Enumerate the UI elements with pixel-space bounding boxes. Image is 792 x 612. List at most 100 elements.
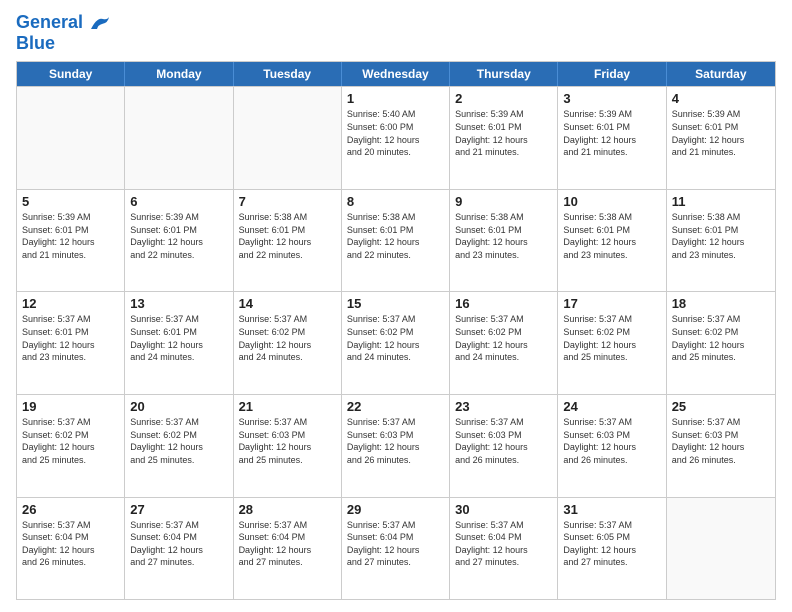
calendar-header-cell: Friday bbox=[558, 62, 666, 86]
calendar-header-cell: Sunday bbox=[17, 62, 125, 86]
cell-info-text: Sunrise: 5:39 AM Sunset: 6:01 PM Dayligh… bbox=[672, 108, 770, 158]
cell-day-number: 15 bbox=[347, 296, 444, 311]
cell-info-text: Sunrise: 5:39 AM Sunset: 6:01 PM Dayligh… bbox=[563, 108, 660, 158]
cell-day-number: 25 bbox=[672, 399, 770, 414]
cell-day-number: 8 bbox=[347, 194, 444, 209]
calendar-week-row: 26 Sunrise: 5:37 AM Sunset: 6:04 PM Dayli… bbox=[17, 497, 775, 600]
cell-day-number: 13 bbox=[130, 296, 227, 311]
calendar-cell: 2 Sunrise: 5:39 AM Sunset: 6:01 PM Daylig… bbox=[450, 87, 558, 189]
cell-day-number: 27 bbox=[130, 502, 227, 517]
calendar-cell: 7 Sunrise: 5:38 AM Sunset: 6:01 PM Daylig… bbox=[234, 190, 342, 292]
cell-info-text: Sunrise: 5:37 AM Sunset: 6:02 PM Dayligh… bbox=[130, 416, 227, 466]
logo-general: General bbox=[16, 12, 83, 32]
calendar-cell bbox=[234, 87, 342, 189]
calendar-cell: 21 Sunrise: 5:37 AM Sunset: 6:03 PM Dayli… bbox=[234, 395, 342, 497]
cell-day-number: 14 bbox=[239, 296, 336, 311]
header: General Blue bbox=[16, 12, 776, 53]
calendar-week-row: 19 Sunrise: 5:37 AM Sunset: 6:02 PM Dayli… bbox=[17, 394, 775, 497]
cell-day-number: 5 bbox=[22, 194, 119, 209]
calendar-cell: 13 Sunrise: 5:37 AM Sunset: 6:01 PM Dayli… bbox=[125, 292, 233, 394]
cell-day-number: 3 bbox=[563, 91, 660, 106]
calendar-cell: 16Sunrise: 5:37 AM Sunset: 6:02 PM Dayli… bbox=[450, 292, 558, 394]
cell-info-text: Sunrise: 5:37 AM Sunset: 6:03 PM Dayligh… bbox=[563, 416, 660, 466]
page: General Blue SundayMondayTuesdayWednesda… bbox=[0, 0, 792, 612]
calendar-header-cell: Wednesday bbox=[342, 62, 450, 86]
calendar-cell: 11 Sunrise: 5:38 AM Sunset: 6:01 PM Dayli… bbox=[667, 190, 775, 292]
calendar-cell: 27 Sunrise: 5:37 AM Sunset: 6:04 PM Dayli… bbox=[125, 498, 233, 600]
logo-bird-icon bbox=[89, 15, 111, 31]
cell-day-number: 2 bbox=[455, 91, 552, 106]
calendar: SundayMondayTuesdayWednesdayThursdayFrid… bbox=[16, 61, 776, 600]
cell-info-text: Sunrise: 5:38 AM Sunset: 6:01 PM Dayligh… bbox=[239, 211, 336, 261]
calendar-body: 1 Sunrise: 5:40 AM Sunset: 6:00 PM Daylig… bbox=[17, 86, 775, 599]
cell-day-number: 26 bbox=[22, 502, 119, 517]
cell-info-text: Sunrise: 5:37 AM Sunset: 6:05 PM Dayligh… bbox=[563, 519, 660, 569]
cell-day-number: 17 bbox=[563, 296, 660, 311]
calendar-week-row: 1 Sunrise: 5:40 AM Sunset: 6:00 PM Daylig… bbox=[17, 86, 775, 189]
calendar-cell: 19 Sunrise: 5:37 AM Sunset: 6:02 PM Dayli… bbox=[17, 395, 125, 497]
cell-info-text: Sunrise: 5:37 AM Sunset: 6:02 PM Dayligh… bbox=[672, 313, 770, 363]
calendar-cell: 22Sunrise: 5:37 AM Sunset: 6:03 PM Dayli… bbox=[342, 395, 450, 497]
cell-info-text: Sunrise: 5:37 AM Sunset: 6:01 PM Dayligh… bbox=[22, 313, 119, 363]
calendar-week-row: 12 Sunrise: 5:37 AM Sunset: 6:01 PM Dayli… bbox=[17, 291, 775, 394]
cell-info-text: Sunrise: 5:37 AM Sunset: 6:02 PM Dayligh… bbox=[22, 416, 119, 466]
cell-info-text: Sunrise: 5:39 AM Sunset: 6:01 PM Dayligh… bbox=[455, 108, 552, 158]
cell-day-number: 19 bbox=[22, 399, 119, 414]
cell-day-number: 10 bbox=[563, 194, 660, 209]
cell-info-text: Sunrise: 5:38 AM Sunset: 6:01 PM Dayligh… bbox=[563, 211, 660, 261]
cell-info-text: Sunrise: 5:37 AM Sunset: 6:03 PM Dayligh… bbox=[239, 416, 336, 466]
cell-info-text: Sunrise: 5:39 AM Sunset: 6:01 PM Dayligh… bbox=[22, 211, 119, 261]
cell-day-number: 24 bbox=[563, 399, 660, 414]
calendar-cell: 15 Sunrise: 5:37 AM Sunset: 6:02 PM Dayli… bbox=[342, 292, 450, 394]
cell-day-number: 18 bbox=[672, 296, 770, 311]
cell-day-number: 12 bbox=[22, 296, 119, 311]
logo-text: General bbox=[16, 12, 111, 33]
cell-info-text: Sunrise: 5:37 AM Sunset: 6:03 PM Dayligh… bbox=[455, 416, 552, 466]
cell-info-text: Sunrise: 5:37 AM Sunset: 6:04 PM Dayligh… bbox=[239, 519, 336, 569]
calendar-cell: 4 Sunrise: 5:39 AM Sunset: 6:01 PM Daylig… bbox=[667, 87, 775, 189]
logo: General Blue bbox=[16, 12, 111, 53]
calendar-cell: 1 Sunrise: 5:40 AM Sunset: 6:00 PM Daylig… bbox=[342, 87, 450, 189]
cell-day-number: 29 bbox=[347, 502, 444, 517]
cell-day-number: 23 bbox=[455, 399, 552, 414]
calendar-cell: 9 Sunrise: 5:38 AM Sunset: 6:01 PM Daylig… bbox=[450, 190, 558, 292]
calendar-cell: 30Sunrise: 5:37 AM Sunset: 6:04 PM Dayli… bbox=[450, 498, 558, 600]
cell-info-text: Sunrise: 5:37 AM Sunset: 6:04 PM Dayligh… bbox=[347, 519, 444, 569]
cell-info-text: Sunrise: 5:37 AM Sunset: 6:01 PM Dayligh… bbox=[130, 313, 227, 363]
calendar-header-row: SundayMondayTuesdayWednesdayThursdayFrid… bbox=[17, 62, 775, 86]
cell-day-number: 20 bbox=[130, 399, 227, 414]
cell-info-text: Sunrise: 5:37 AM Sunset: 6:02 PM Dayligh… bbox=[239, 313, 336, 363]
cell-day-number: 11 bbox=[672, 194, 770, 209]
cell-day-number: 1 bbox=[347, 91, 444, 106]
cell-info-text: Sunrise: 5:37 AM Sunset: 6:04 PM Dayligh… bbox=[130, 519, 227, 569]
calendar-cell: 25 Sunrise: 5:37 AM Sunset: 6:03 PM Dayli… bbox=[667, 395, 775, 497]
cell-day-number: 28 bbox=[239, 502, 336, 517]
calendar-cell bbox=[17, 87, 125, 189]
cell-info-text: Sunrise: 5:37 AM Sunset: 6:02 PM Dayligh… bbox=[347, 313, 444, 363]
cell-info-text: Sunrise: 5:38 AM Sunset: 6:01 PM Dayligh… bbox=[455, 211, 552, 261]
cell-day-number: 31 bbox=[563, 502, 660, 517]
cell-info-text: Sunrise: 5:37 AM Sunset: 6:02 PM Dayligh… bbox=[563, 313, 660, 363]
cell-day-number: 22 bbox=[347, 399, 444, 414]
cell-info-text: Sunrise: 5:40 AM Sunset: 6:00 PM Dayligh… bbox=[347, 108, 444, 158]
calendar-header-cell: Monday bbox=[125, 62, 233, 86]
cell-day-number: 30 bbox=[455, 502, 552, 517]
cell-info-text: Sunrise: 5:38 AM Sunset: 6:01 PM Dayligh… bbox=[347, 211, 444, 261]
cell-info-text: Sunrise: 5:37 AM Sunset: 6:04 PM Dayligh… bbox=[22, 519, 119, 569]
cell-day-number: 4 bbox=[672, 91, 770, 106]
calendar-cell: 31 Sunrise: 5:37 AM Sunset: 6:05 PM Dayli… bbox=[558, 498, 666, 600]
calendar-cell: 3 Sunrise: 5:39 AM Sunset: 6:01 PM Daylig… bbox=[558, 87, 666, 189]
calendar-cell: 26 Sunrise: 5:37 AM Sunset: 6:04 PM Dayli… bbox=[17, 498, 125, 600]
cell-info-text: Sunrise: 5:38 AM Sunset: 6:01 PM Dayligh… bbox=[672, 211, 770, 261]
cell-day-number: 9 bbox=[455, 194, 552, 209]
calendar-cell bbox=[125, 87, 233, 189]
calendar-header-cell: Saturday bbox=[667, 62, 775, 86]
cell-day-number: 21 bbox=[239, 399, 336, 414]
calendar-cell: 20 Sunrise: 5:37 AM Sunset: 6:02 PM Dayli… bbox=[125, 395, 233, 497]
calendar-cell: 6Sunrise: 5:39 AM Sunset: 6:01 PM Daylig… bbox=[125, 190, 233, 292]
calendar-header-cell: Thursday bbox=[450, 62, 558, 86]
calendar-cell: 14 Sunrise: 5:37 AM Sunset: 6:02 PM Dayli… bbox=[234, 292, 342, 394]
cell-day-number: 7 bbox=[239, 194, 336, 209]
cell-day-number: 16 bbox=[455, 296, 552, 311]
cell-info-text: Sunrise: 5:37 AM Sunset: 6:03 PM Dayligh… bbox=[672, 416, 770, 466]
